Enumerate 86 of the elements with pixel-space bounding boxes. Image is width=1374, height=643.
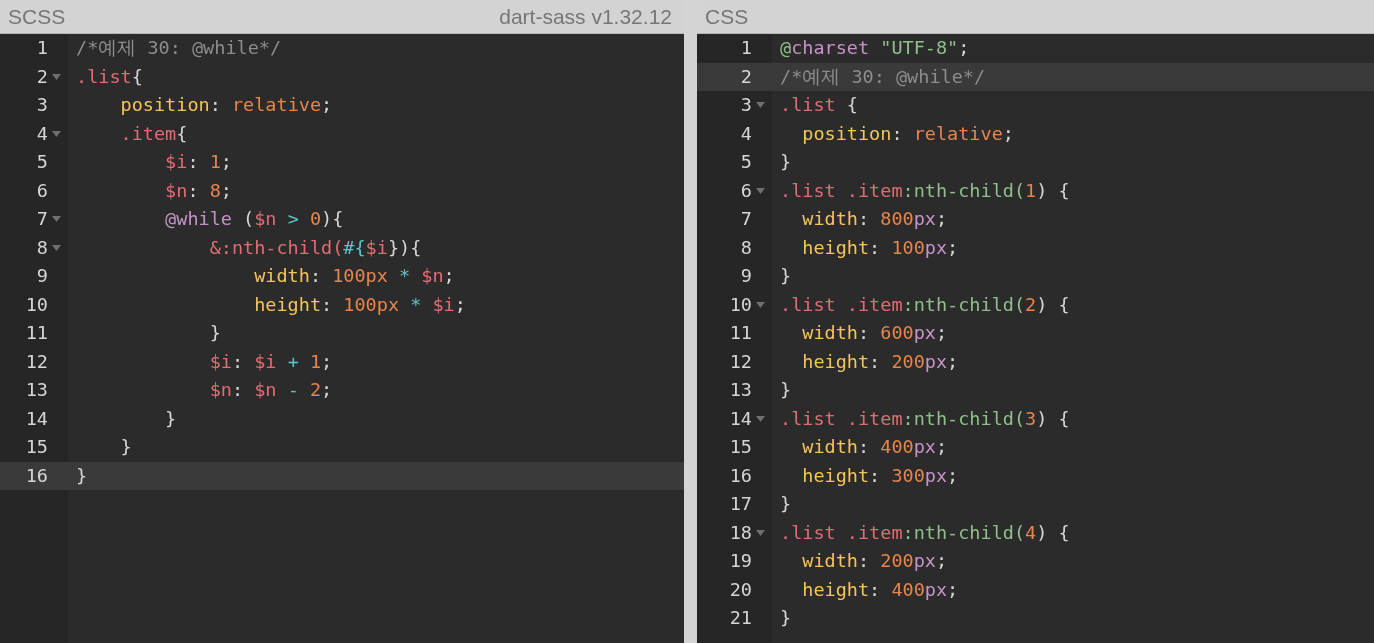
fold-caret-icon[interactable] — [51, 244, 61, 251]
line-number: 16 — [25, 463, 48, 488]
line-number: 18 — [729, 520, 752, 545]
line-number: 16 — [729, 463, 752, 488]
line-number: 6 — [36, 178, 48, 203]
code-line: /*예제 30: @while*/ — [75, 36, 282, 61]
code-line: width: 200px; — [801, 549, 948, 574]
code-line: @charset "UTF-8"; — [779, 36, 970, 61]
code-line: .list .item:nth-child(4) { — [779, 520, 1070, 545]
line-number: 21 — [729, 606, 752, 631]
code-line: height: 100px * $i; — [253, 292, 466, 317]
fold-caret-icon[interactable] — [755, 102, 765, 109]
line-number: 17 — [729, 492, 752, 517]
line-number: 14 — [729, 406, 752, 431]
code-line: position: relative; — [119, 93, 333, 118]
fold-caret-icon[interactable] — [755, 187, 765, 194]
line-number: 11 — [25, 321, 48, 346]
code-line: width: 100px * $n; — [253, 264, 455, 289]
fold-caret-icon[interactable] — [755, 529, 765, 536]
compiler-version: dart-sass v1.32.12 — [499, 6, 672, 27]
line-number: 15 — [729, 435, 752, 460]
code-line: } — [779, 150, 792, 175]
code-line: .list .item:nth-child(3) { — [779, 406, 1070, 431]
fold-caret-icon[interactable] — [51, 73, 61, 80]
code-line: height: 300px; — [801, 463, 959, 488]
line-number: 12 — [25, 349, 48, 374]
line-number: 10 — [729, 292, 752, 317]
code-line: } — [75, 463, 88, 488]
line-number: 11 — [729, 321, 752, 346]
code-line: width: 600px; — [801, 321, 948, 346]
code-line: $n: 8; — [164, 178, 232, 203]
line-number: 10 — [25, 292, 48, 317]
panel-title: SCSS — [8, 6, 66, 27]
code-line: width: 800px; — [801, 207, 948, 232]
line-number: 12 — [729, 349, 752, 374]
code-line: } — [164, 406, 177, 431]
line-number: 9 — [36, 264, 48, 289]
code-line: .list { — [779, 93, 858, 118]
code-line: height: 400px; — [801, 577, 959, 602]
line-number: 14 — [25, 406, 48, 431]
fold-caret-icon[interactable] — [51, 130, 61, 137]
line-number: 4 — [36, 121, 48, 146]
code-line: position: relative; — [801, 121, 1014, 146]
line-number: 7 — [36, 207, 48, 232]
line-number: 13 — [729, 378, 752, 403]
line-number: 5 — [740, 150, 752, 175]
code-line: } — [779, 492, 792, 517]
code-line: &:nth-child(#{$i}){ — [208, 235, 422, 260]
code-line: .list .item:nth-child(2) { — [779, 292, 1070, 317]
code-line: } — [208, 321, 221, 346]
line-number: 19 — [729, 549, 752, 574]
code-line: } — [779, 264, 792, 289]
code-line: $i: 1; — [164, 150, 232, 175]
code-line: /*예제 30: @while*/ — [779, 64, 986, 89]
code-line: .item{ — [119, 121, 188, 146]
line-number: 8 — [36, 235, 48, 260]
line-number: 4 — [740, 121, 752, 146]
line-number: 5 — [36, 150, 48, 175]
line-number: 13 — [25, 378, 48, 403]
panel-title: CSS — [705, 6, 749, 27]
line-number: 15 — [25, 435, 48, 460]
line-number: 20 — [729, 577, 752, 602]
line-number: 1 — [740, 36, 752, 61]
fold-caret-icon[interactable] — [755, 415, 765, 422]
line-number: 1 — [36, 36, 48, 61]
fold-caret-icon[interactable] — [51, 216, 61, 223]
code-line: .list{ — [75, 64, 143, 89]
line-number: 6 — [740, 178, 752, 203]
code-line: width: 400px; — [801, 435, 948, 460]
code-line: } — [779, 606, 792, 631]
code-line: height: 200px; — [801, 349, 959, 374]
code-line: @while ($n > 0){ — [164, 207, 344, 232]
code-line: .list .item:nth-child(1) { — [779, 178, 1070, 203]
line-number: 3 — [36, 93, 48, 118]
fold-caret-icon[interactable] — [755, 301, 765, 308]
code-line: $n: $n - 2; — [208, 378, 333, 403]
line-number: 3 — [740, 93, 752, 118]
line-number: 2 — [36, 64, 48, 89]
code-line: } — [779, 378, 792, 403]
code-line: height: 100px; — [801, 235, 959, 260]
line-number: 2 — [740, 64, 752, 89]
line-number: 9 — [740, 264, 752, 289]
code-line: } — [119, 435, 132, 460]
line-number: 7 — [740, 207, 752, 232]
code-line: $i: $i + 1; — [208, 349, 333, 374]
line-number: 8 — [740, 235, 752, 260]
